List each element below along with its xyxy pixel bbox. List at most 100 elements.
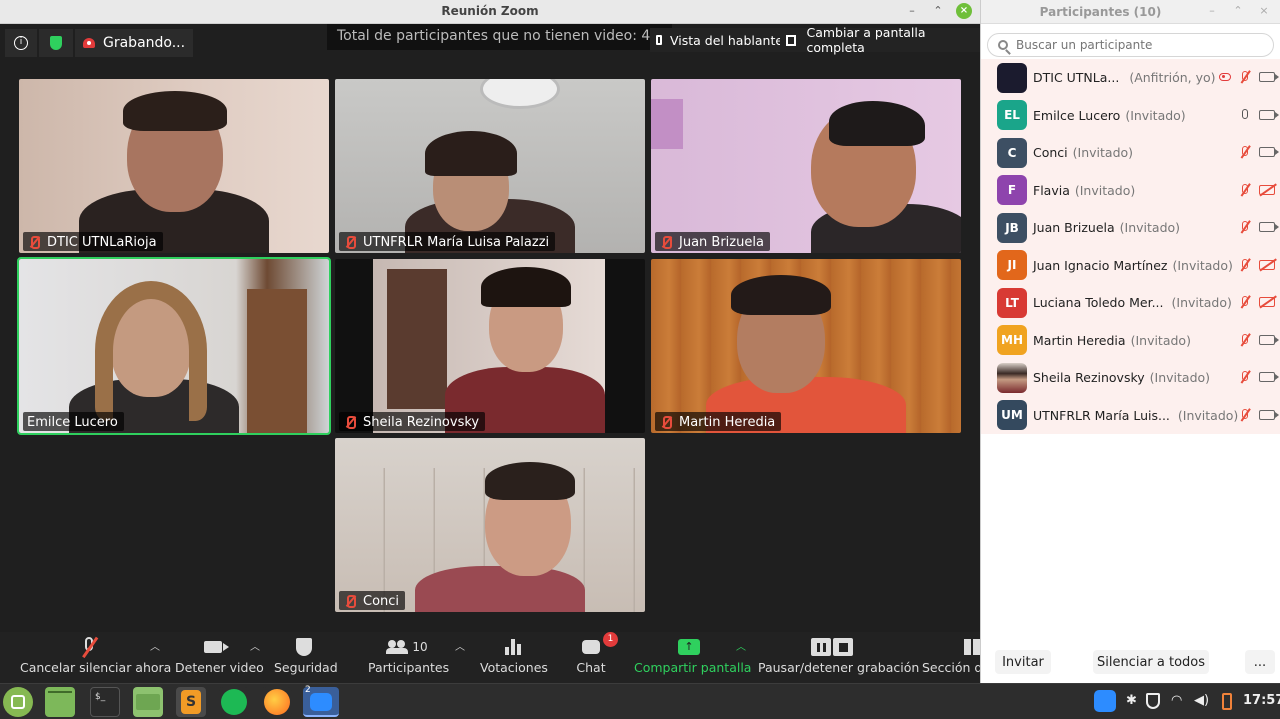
video-camera-icon[interactable]: [1259, 222, 1279, 232]
participants-options-chevron[interactable]: ︿: [455, 638, 465, 653]
video-tile[interactable]: UTNFRLR María Luisa Palazzi: [335, 79, 645, 253]
chat-button[interactable]: 1 Chat: [572, 632, 618, 682]
recording-indicator[interactable]: Grabando...: [75, 29, 194, 57]
video-camera-icon[interactable]: [1259, 372, 1279, 382]
participant-search-input[interactable]: [1016, 38, 1246, 52]
wifi-icon[interactable]: ◠: [1171, 693, 1182, 708]
minimize-button[interactable]: –: [904, 3, 920, 19]
audio-options-chevron[interactable]: ︿: [150, 638, 160, 653]
participant-name: Luciana Toledo Mer...: [1033, 295, 1164, 311]
spotify-button[interactable]: [219, 687, 249, 717]
participant-name: DTIC UTNLaRioja: [47, 234, 157, 250]
video-tile[interactable]: Sheila Rezinovsky: [335, 259, 645, 433]
video-tile[interactable]: Martin Heredia: [651, 259, 961, 433]
stop-video-label: Detener video: [175, 660, 264, 675]
bar-chart-icon: [505, 639, 521, 655]
muted-mic-icon[interactable]: [1239, 183, 1251, 197]
bluetooth-icon[interactable]: ✱: [1126, 693, 1137, 708]
video-tile[interactable]: Conci: [335, 438, 645, 612]
zoom-taskbar-button[interactable]: 2: [303, 685, 339, 717]
video-off-icon[interactable]: [1259, 297, 1275, 307]
menu-button[interactable]: [3, 687, 33, 717]
fullscreen-button[interactable]: Cambiar a pantalla completa: [780, 25, 980, 55]
wall-clock: [480, 79, 560, 109]
video-camera-icon[interactable]: [1259, 334, 1279, 345]
participant-row[interactable]: DTIC UTNLa... (Anfitrión, yo): [981, 59, 1280, 97]
muted-mic-icon[interactable]: [1239, 333, 1251, 347]
video-camera-icon[interactable]: [1259, 147, 1279, 157]
avatar: F: [997, 175, 1027, 206]
battery-icon[interactable]: [1222, 693, 1232, 710]
participants-button[interactable]: 10 Participantes: [368, 634, 449, 682]
bookshelf: [387, 269, 447, 409]
encryption-button[interactable]: [39, 29, 73, 57]
share-screen-button[interactable]: ↑ Compartir pantalla: [634, 634, 752, 682]
video-hair: [731, 275, 831, 315]
participant-row[interactable]: JI Juan Ignacio Martínez (Invitado): [981, 246, 1280, 284]
clock[interactable]: 17:57: [1243, 693, 1280, 708]
video-tile[interactable]: Juan Brizuela: [651, 79, 961, 253]
shield-icon: [296, 638, 312, 656]
invite-button[interactable]: Invitar: [995, 650, 1051, 674]
video-camera-icon[interactable]: [1259, 109, 1279, 120]
participant-row[interactable]: C Conci (Invitado): [981, 134, 1280, 172]
volume-icon[interactable]: ◀): [1194, 693, 1209, 708]
video-tile[interactable]: DTIC UTNLaRioja: [19, 79, 329, 253]
participant-row[interactable]: LT Luciana Toledo Mer... (Invitado): [981, 284, 1280, 322]
window-titlebar[interactable]: Reunión Zoom – ⌃ ×: [0, 0, 980, 24]
video-off-icon[interactable]: [1259, 184, 1275, 195]
muted-mic-icon[interactable]: [1239, 220, 1251, 234]
muted-mic-icon: [343, 415, 357, 429]
stop-video-button[interactable]: Detener video: [175, 634, 264, 682]
video-tile-active-speaker[interactable]: Emilce Lucero: [17, 257, 331, 435]
mic-icon[interactable]: [1239, 108, 1251, 122]
polls-button[interactable]: Votaciones: [480, 634, 548, 682]
sublime-text-button[interactable]: S: [176, 687, 206, 717]
unmute-button[interactable]: Cancelar silenciar ahora: [20, 634, 171, 682]
speaker-view-button[interactable]: Vista del hablante: [650, 28, 790, 52]
video-off-icon[interactable]: [1259, 259, 1275, 270]
participant-role: (Invitado): [1125, 107, 1186, 123]
participant-row[interactable]: Sheila Rezinovsky (Invitado): [981, 359, 1280, 397]
more-options-button[interactable]: ...: [1245, 650, 1275, 674]
participant-search[interactable]: [987, 33, 1274, 57]
zoom-tray-icon[interactable]: [1094, 690, 1116, 712]
update-manager-icon[interactable]: [1146, 693, 1160, 709]
video-camera-icon[interactable]: [1259, 409, 1279, 420]
muted-mic-icon[interactable]: [1239, 258, 1251, 272]
video-camera-icon[interactable]: [1259, 72, 1279, 82]
chat-unread-badge: 1: [603, 632, 618, 647]
participant-row[interactable]: JB Juan Brizuela (Invitado): [981, 209, 1280, 247]
muted-mic-icon[interactable]: [1239, 70, 1251, 84]
panel-close-button[interactable]: ×: [1256, 3, 1272, 19]
firefox-button[interactable]: [262, 687, 292, 717]
pause-recording-button[interactable]: Pausar/detener grabación: [758, 634, 919, 682]
muted-mic-icon[interactable]: [1239, 370, 1251, 384]
participant-row[interactable]: F Flavia (Invitado): [981, 171, 1280, 209]
maximize-button[interactable]: ⌃: [930, 3, 946, 19]
security-button[interactable]: Seguridad: [274, 634, 338, 682]
close-button[interactable]: ×: [956, 3, 972, 19]
participant-row[interactable]: MH Martin Heredia (Invitado): [981, 321, 1280, 359]
no-video-participants-banner[interactable]: Total de participantes que no tienen vid…: [327, 24, 672, 50]
participant-row[interactable]: UM UTNFRLR María Luis... (Invitado): [981, 396, 1280, 434]
mute-all-button[interactable]: Silenciar a todos: [1093, 650, 1209, 674]
share-screen-label: Compartir pantalla: [634, 660, 752, 675]
avatar: [997, 62, 1027, 93]
video-options-chevron[interactable]: ︿: [250, 638, 260, 653]
folder-icon: [136, 694, 160, 710]
participant-row[interactable]: EL Emilce Lucero (Invitado): [981, 96, 1280, 134]
meeting-info-button[interactable]: i: [5, 29, 37, 57]
muted-mic-icon[interactable]: [1239, 408, 1251, 422]
share-options-chevron[interactable]: ︿: [736, 638, 746, 653]
panel-minimize-button[interactable]: –: [1204, 3, 1220, 19]
muted-mic-icon[interactable]: [1239, 145, 1251, 159]
terminal-button[interactable]: $_: [90, 687, 120, 717]
gallery-section-button[interactable]: Sección de: [920, 634, 980, 682]
show-desktop-button[interactable]: [45, 687, 75, 717]
panel-maximize-button[interactable]: ⌃: [1230, 3, 1246, 19]
muted-mic-icon[interactable]: [1239, 295, 1251, 309]
file-manager-button[interactable]: [133, 687, 163, 717]
panel-titlebar[interactable]: Participantes (10) – ⌃ ×: [981, 0, 1280, 24]
participant-name-tag: Sheila Rezinovsky: [339, 412, 486, 431]
